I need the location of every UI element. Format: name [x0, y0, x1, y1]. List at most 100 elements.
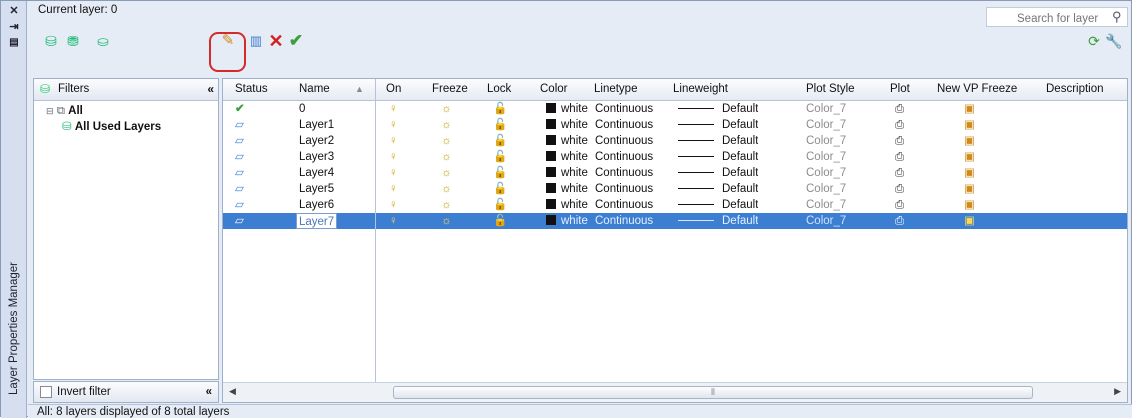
vp-freeze-icon[interactable]: ▣ [964, 181, 975, 197]
table-row[interactable]: ✔ 0 ♀ ☼ 🔓 white Continuous Default Color_7 ⎙ ▣ [223, 101, 1127, 117]
col-name[interactable]: Name [299, 79, 330, 100]
layer-color[interactable]: white [546, 197, 588, 213]
layer-lineweight[interactable]: Default [678, 117, 758, 133]
sun-icon[interactable]: ☼ [441, 149, 452, 165]
col-freeze[interactable]: Freeze [432, 79, 468, 100]
unlock-icon[interactable]: 🔓 [493, 133, 507, 149]
layer-linetype[interactable]: Continuous [595, 101, 653, 117]
layer-color[interactable]: white [546, 213, 588, 229]
table-row[interactable]: ▱ Layer6 ♀ ☼ 🔓 white Continuous Default Color_7 ⎙… [223, 197, 1127, 213]
layer-color[interactable]: white [546, 165, 588, 181]
layer-name[interactable]: Layer5 [299, 181, 334, 197]
table-row[interactable]: ▱ Layer3 ♀ ☼ 🔓 white Continuous Default Color_7 ⎙… [223, 149, 1127, 165]
lightbulb-icon[interactable]: ♀ [389, 181, 398, 197]
layer-states-icon[interactable]: ⛀ [93, 30, 113, 52]
layer-name[interactable]: Layer1 [299, 117, 334, 133]
layer-lineweight[interactable]: Default [678, 149, 758, 165]
vp-freeze-icon[interactable]: ▣ [964, 149, 975, 165]
printer-icon[interactable]: ⎙ [895, 213, 904, 229]
unlock-icon[interactable]: 🔓 [493, 165, 507, 181]
printer-icon[interactable]: ⎙ [895, 133, 904, 149]
printer-icon[interactable]: ⎙ [895, 149, 904, 165]
layer-name[interactable]: Layer4 [299, 165, 334, 181]
lightbulb-icon[interactable]: ♀ [389, 117, 398, 133]
collapse-icon[interactable]: « [207, 79, 214, 100]
lightbulb-icon[interactable]: ♀ [389, 165, 398, 181]
lightbulb-icon[interactable]: ♀ [389, 197, 398, 213]
tree-item-used-layers[interactable]: ⛁ All Used Layers [34, 119, 218, 135]
sun-icon[interactable]: ☼ [441, 101, 452, 117]
vp-freeze-icon[interactable]: ▣ [964, 133, 975, 149]
unlock-icon[interactable]: 🔓 [493, 149, 507, 165]
unlock-icon[interactable]: 🔓 [493, 197, 507, 213]
scroll-right-icon[interactable]: ▶ [1114, 386, 1121, 397]
layer-lineweight[interactable]: Default [678, 197, 758, 213]
col-description[interactable]: Description [1046, 79, 1104, 100]
layer-lineweight[interactable]: Default [678, 165, 758, 181]
close-icon[interactable]: ✕ [4, 3, 24, 19]
col-vpfreeze[interactable]: New VP Freeze [937, 79, 1017, 100]
printer-icon[interactable]: ⎙ [895, 181, 904, 197]
scrollbar-thumb[interactable]: ⦀ [393, 386, 1033, 399]
table-row[interactable]: ▱ Layer1 ♀ ☼ 🔓 white Continuous Default Color_7 ⎙… [223, 117, 1127, 133]
layer-linetype[interactable]: Continuous [595, 133, 653, 149]
settings-icon[interactable]: 🔧 [1105, 30, 1123, 52]
col-color[interactable]: Color [540, 79, 567, 100]
col-lineweight[interactable]: Lineweight [673, 79, 728, 100]
col-lock[interactable]: Lock [487, 79, 511, 100]
col-on[interactable]: On [386, 79, 401, 100]
table-row[interactable]: ▱ Layer7 ♀ ☼ 🔓 white Continuous Default Color_7 ⎙… [223, 213, 1127, 229]
horizontal-scrollbar[interactable]: ◀ ⦀ ▶ [223, 382, 1127, 402]
sun-icon[interactable]: ☼ [441, 181, 452, 197]
unlock-icon[interactable]: 🔓 [493, 181, 507, 197]
layer-linetype[interactable]: Continuous [595, 117, 653, 133]
search-icon[interactable]: ⚲ [1112, 9, 1122, 25]
search-input[interactable] [986, 7, 1128, 27]
layer-color[interactable]: white [546, 133, 588, 149]
new-group-filter-icon[interactable]: ⛃ [63, 30, 83, 52]
collapse-icon[interactable]: « [206, 382, 212, 402]
lightbulb-icon[interactable]: ♀ [389, 101, 398, 117]
column-splitter[interactable] [375, 79, 376, 382]
layer-color[interactable]: white [546, 181, 588, 197]
vp-freeze-icon[interactable]: ▣ [964, 165, 975, 181]
layer-linetype[interactable]: Continuous [595, 149, 653, 165]
printer-icon[interactable]: ⎙ [895, 117, 904, 133]
col-plot[interactable]: Plot [890, 79, 910, 100]
vp-freeze-icon[interactable]: ▣ [964, 101, 975, 117]
auto-hide-icon[interactable]: ⇥ [4, 19, 24, 35]
unlock-icon[interactable]: 🔓 [493, 117, 507, 133]
layer-name[interactable]: Layer2 [299, 133, 334, 149]
layer-color[interactable]: white [546, 149, 588, 165]
scroll-left-icon[interactable]: ◀ [229, 386, 236, 397]
layer-name[interactable]: Layer3 [299, 149, 334, 165]
properties-icon[interactable]: ▤ [4, 35, 24, 51]
sun-icon[interactable]: ☼ [441, 197, 452, 213]
invert-filter-checkbox[interactable] [40, 386, 52, 398]
layer-color[interactable]: white [546, 117, 588, 133]
layer-linetype[interactable]: Continuous [595, 165, 653, 181]
new-property-filter-icon[interactable]: ⛁ [41, 30, 61, 52]
layer-lineweight[interactable]: Default [678, 133, 758, 149]
vp-freeze-icon[interactable]: ▣ [964, 213, 975, 229]
vp-freeze-icon[interactable]: ▣ [964, 117, 975, 133]
unlock-icon[interactable]: 🔓 [493, 213, 507, 229]
col-linetype[interactable]: Linetype [594, 79, 637, 100]
unlock-icon[interactable]: 🔓 [493, 101, 507, 117]
printer-icon[interactable]: ⎙ [895, 165, 904, 181]
new-vp-frozen-layer-icon[interactable]: ▥ [247, 30, 265, 52]
layer-linetype[interactable]: Continuous [595, 197, 653, 213]
table-row[interactable]: ▱ Layer2 ♀ ☼ 🔓 white Continuous Default Color_7 ⎙… [223, 133, 1127, 149]
layer-lineweight[interactable]: Default [678, 181, 758, 197]
printer-icon[interactable]: ⎙ [895, 197, 904, 213]
col-plotstyle[interactable]: Plot Style [806, 79, 855, 100]
table-row[interactable]: ▱ Layer4 ♀ ☼ 🔓 white Continuous Default Color_7 ⎙… [223, 165, 1127, 181]
layer-name[interactable]: Layer6 [299, 197, 334, 213]
printer-icon[interactable]: ⎙ [895, 101, 904, 117]
tree-collapse-icon[interactable]: ⊟ [46, 106, 54, 116]
sun-icon[interactable]: ☼ [441, 213, 452, 229]
sun-icon[interactable]: ☼ [441, 117, 452, 133]
layer-lineweight[interactable]: Default [678, 213, 758, 229]
sun-icon[interactable]: ☼ [441, 133, 452, 149]
set-current-icon[interactable]: ✔ [287, 30, 305, 52]
